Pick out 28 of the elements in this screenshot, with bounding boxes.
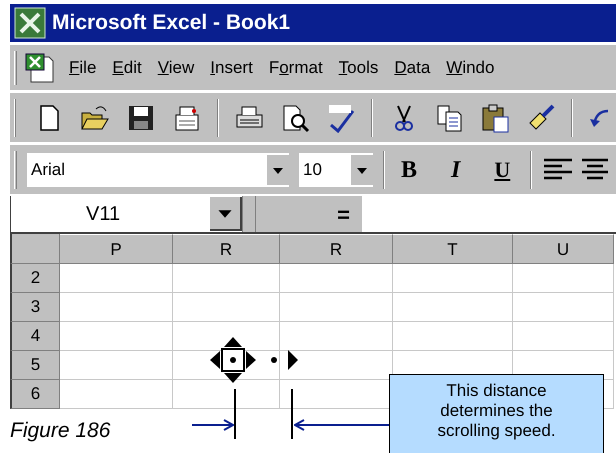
row-header[interactable]: 6 bbox=[10, 380, 60, 409]
window-title: Microsoft Excel - Book1 bbox=[52, 10, 290, 36]
formula-equals-button[interactable]: = bbox=[256, 196, 362, 232]
row-header[interactable]: 4 bbox=[10, 322, 60, 351]
menu-item[interactable]: Tools bbox=[330, 54, 386, 80]
menu-item[interactable]: Windo bbox=[438, 54, 502, 80]
menu-item[interactable]: Format bbox=[260, 54, 331, 80]
font-dropdown[interactable]: Arial bbox=[27, 152, 289, 186]
column-header[interactable]: U bbox=[513, 234, 614, 264]
column-header[interactable]: R bbox=[173, 234, 280, 264]
callout-tooltip: This distance determines the scrolling speed. bbox=[389, 374, 604, 453]
italic-button[interactable]: I bbox=[451, 152, 460, 188]
figure-caption: Figure 186 bbox=[10, 418, 110, 444]
menu-item[interactable]: File bbox=[61, 54, 104, 80]
menu-item[interactable]: Insert bbox=[202, 54, 261, 80]
row-header[interactable]: 2 bbox=[10, 264, 60, 293]
row-header[interactable]: 5 bbox=[10, 351, 60, 380]
menu-item[interactable]: Data bbox=[386, 54, 438, 80]
menu-item[interactable]: Edit bbox=[104, 54, 150, 80]
column-header[interactable]: R bbox=[280, 234, 393, 264]
bold-button[interactable]: B bbox=[401, 152, 418, 188]
column-header[interactable]: T bbox=[393, 234, 513, 264]
underline-button[interactable]: U bbox=[494, 153, 510, 186]
row-header[interactable]: 3 bbox=[10, 293, 60, 322]
column-header[interactable]: P bbox=[60, 234, 173, 264]
menu-item[interactable]: View bbox=[150, 54, 202, 80]
name-box[interactable]: V11 bbox=[10, 196, 242, 232]
font-size-dropdown[interactable]: 10 bbox=[299, 152, 373, 186]
